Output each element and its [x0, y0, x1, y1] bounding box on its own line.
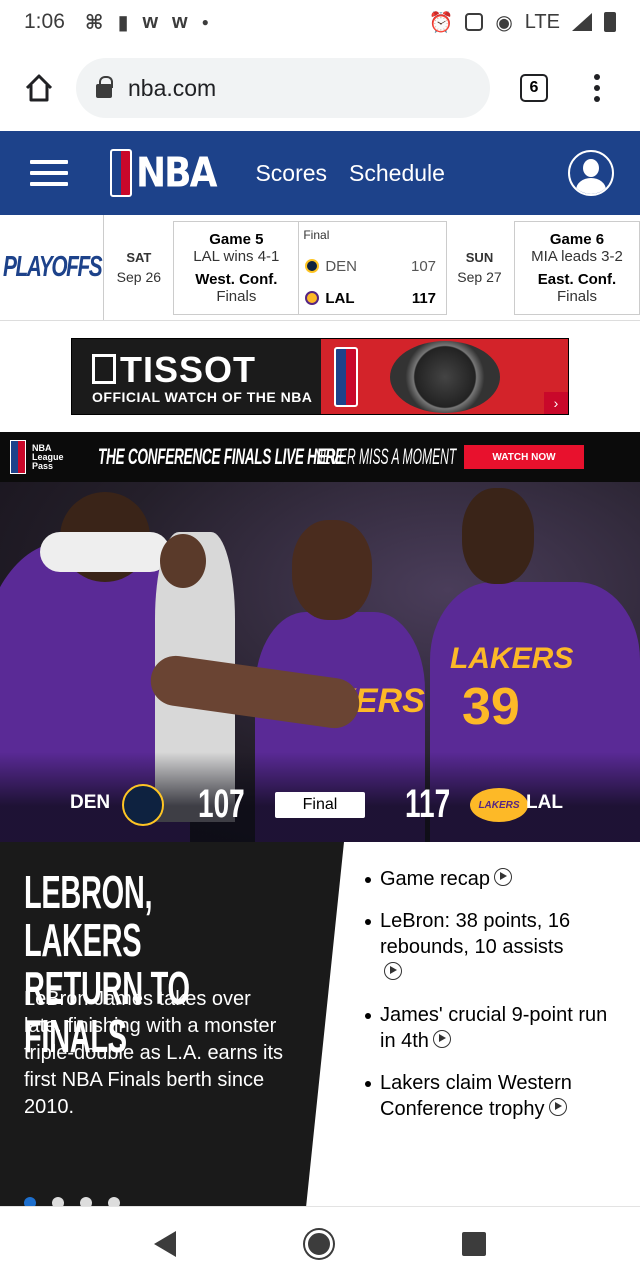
- site-header: NBA Scores Schedule: [0, 131, 640, 215]
- hero-team1: DEN: [70, 792, 111, 813]
- hero-team2-score: 117: [405, 782, 451, 826]
- tissot-logo: TISSOT: [92, 349, 256, 391]
- nav-schedule[interactable]: Schedule: [349, 160, 445, 187]
- league-pass-banner[interactable]: NBA League Pass THE CONFERENCE FINALS LI…: [0, 432, 640, 482]
- carousel-dot[interactable]: [80, 1197, 92, 1206]
- alarm-icon: ⏰: [428, 11, 454, 34]
- lakers-logo-icon: LAKERS: [470, 788, 528, 822]
- nba-logo-icon: [334, 347, 358, 407]
- league-pass-logo-icon: [10, 440, 26, 474]
- battery-icon: [604, 12, 616, 32]
- play-icon: [384, 962, 402, 980]
- game-status: Final: [303, 227, 330, 242]
- slack-icon: ⌘: [84, 11, 104, 34]
- game-score-card[interactable]: Final DEN 107 LAL 117: [299, 220, 448, 315]
- system-nav-bar: [0, 1206, 640, 1280]
- watch-now-button[interactable]: WATCH NOW: [464, 445, 584, 469]
- notification-icons: ⌘ ▮ w w ●: [85, 10, 209, 35]
- hero-image[interactable]: LAKERS LAKERS 39 DEN 107 Final 117 LAKER…: [0, 482, 640, 842]
- w-icon: w: [142, 10, 159, 33]
- nuggets-logo-icon: [122, 784, 164, 826]
- date-label-sun: SUN Sep 27: [457, 250, 502, 285]
- hero-game-status: Final: [275, 792, 365, 818]
- address-bar[interactable]: nba.com: [76, 58, 490, 118]
- watch-image: [390, 341, 500, 413]
- nba-logo[interactable]: NBA: [110, 149, 217, 197]
- player-figure: [292, 520, 372, 620]
- lakers-logo-icon: [305, 291, 320, 305]
- account-avatar-icon[interactable]: [568, 150, 614, 196]
- hotspot-icon: ◉: [495, 11, 513, 34]
- ad-tagline: OFFICIAL WATCH OF THE NBA: [92, 389, 313, 405]
- play-icon: [548, 1098, 567, 1116]
- tissot-ad-banner[interactable]: TISSOT OFFICIAL WATCH OF THE NBA ›: [71, 338, 569, 415]
- carousel-dots: [24, 1197, 120, 1206]
- score-row-lal: LAL 117: [305, 290, 436, 307]
- play-icon: [494, 868, 513, 886]
- story-link[interactable]: James' crucial 9-point run in 4th: [362, 1002, 622, 1054]
- nba-logoman-icon: [110, 149, 132, 197]
- referee-figure: [160, 534, 206, 588]
- ad-arrow-icon[interactable]: ›: [544, 392, 568, 414]
- jersey-text: LAKERS: [450, 642, 574, 675]
- hamburger-menu-button[interactable]: [30, 160, 68, 186]
- nuggets-logo-icon: [305, 259, 320, 273]
- story-link[interactable]: LeBron: 38 points, 16 rebounds, 10 assis…: [362, 908, 622, 986]
- home-button[interactable]: [304, 1229, 333, 1258]
- w-icon: w: [172, 10, 188, 33]
- tab-switcher-button[interactable]: 6: [520, 74, 548, 102]
- playoffs-logo[interactable]: PLAYOFFS: [0, 215, 105, 320]
- url-text: nba.com: [128, 74, 217, 101]
- browser-home-button[interactable]: [4, 73, 74, 103]
- vibrate-icon: [465, 13, 484, 31]
- scores-strip: PLAYOFFS SAT Sep 26 Game 5 LAL wins 4-1 …: [0, 215, 640, 321]
- player-figure: [40, 532, 170, 572]
- carousel-dot[interactable]: [108, 1197, 120, 1206]
- carousel-dot[interactable]: [24, 1197, 36, 1206]
- series-card-east[interactable]: Game 6 MIA leads 3-2 East. Conf. Finals: [513, 220, 640, 315]
- carousel-dot[interactable]: [52, 1197, 64, 1206]
- hero-team1-score: 107: [198, 782, 245, 826]
- story-card: LEBRON, LAKERS RETURN TO FINALS LeBron J…: [0, 842, 640, 1206]
- score-row-den: DEN 107: [305, 258, 436, 275]
- tissot-cross-icon: [92, 354, 116, 384]
- nba-icon: ▮: [117, 11, 129, 34]
- player-figure: [462, 488, 534, 584]
- status-bar: 1:06 ⌘ ▮ w w ● ⏰ ◉ LTE: [0, 0, 640, 44]
- signal-icon: [572, 13, 592, 31]
- series-card-west[interactable]: Game 5 LAL wins 4-1 West. Conf. Finals: [173, 220, 300, 315]
- league-pass-tagline: NEVER MISS A MOMENT: [314, 444, 457, 469]
- play-icon: [432, 1030, 451, 1048]
- league-pass-logo-text: NBA League Pass: [32, 442, 64, 471]
- story-link[interactable]: Game recap: [362, 866, 622, 892]
- recents-button[interactable]: [461, 1231, 486, 1256]
- story-links: Game recap LeBron: 38 points, 16 rebound…: [362, 866, 622, 1138]
- home-icon: [25, 74, 53, 102]
- date-label-sat: SAT Sep 26: [116, 250, 162, 285]
- lock-icon: [96, 76, 113, 98]
- browser-menu-button[interactable]: [594, 74, 600, 102]
- browser-toolbar: nba.com 6: [0, 44, 640, 132]
- league-pass-headline: THE CONFERENCE FINALS LIVE HERE: [98, 444, 344, 469]
- nav-scores[interactable]: Scores: [255, 160, 327, 187]
- more-vert-icon: [594, 74, 600, 80]
- jersey-number: 39: [462, 678, 520, 736]
- back-button[interactable]: [154, 1230, 177, 1257]
- network-label: LTE: [524, 10, 560, 33]
- clock: 1:06: [24, 10, 65, 33]
- nba-logo-text: NBA: [136, 149, 217, 197]
- dot-icon: ●: [201, 15, 209, 29]
- story-link[interactable]: Lakers claim Western Conference trophy: [362, 1070, 622, 1122]
- story-summary: LeBron James takes over late, finishing …: [24, 988, 284, 1118]
- hero-team2: LAL: [526, 792, 563, 813]
